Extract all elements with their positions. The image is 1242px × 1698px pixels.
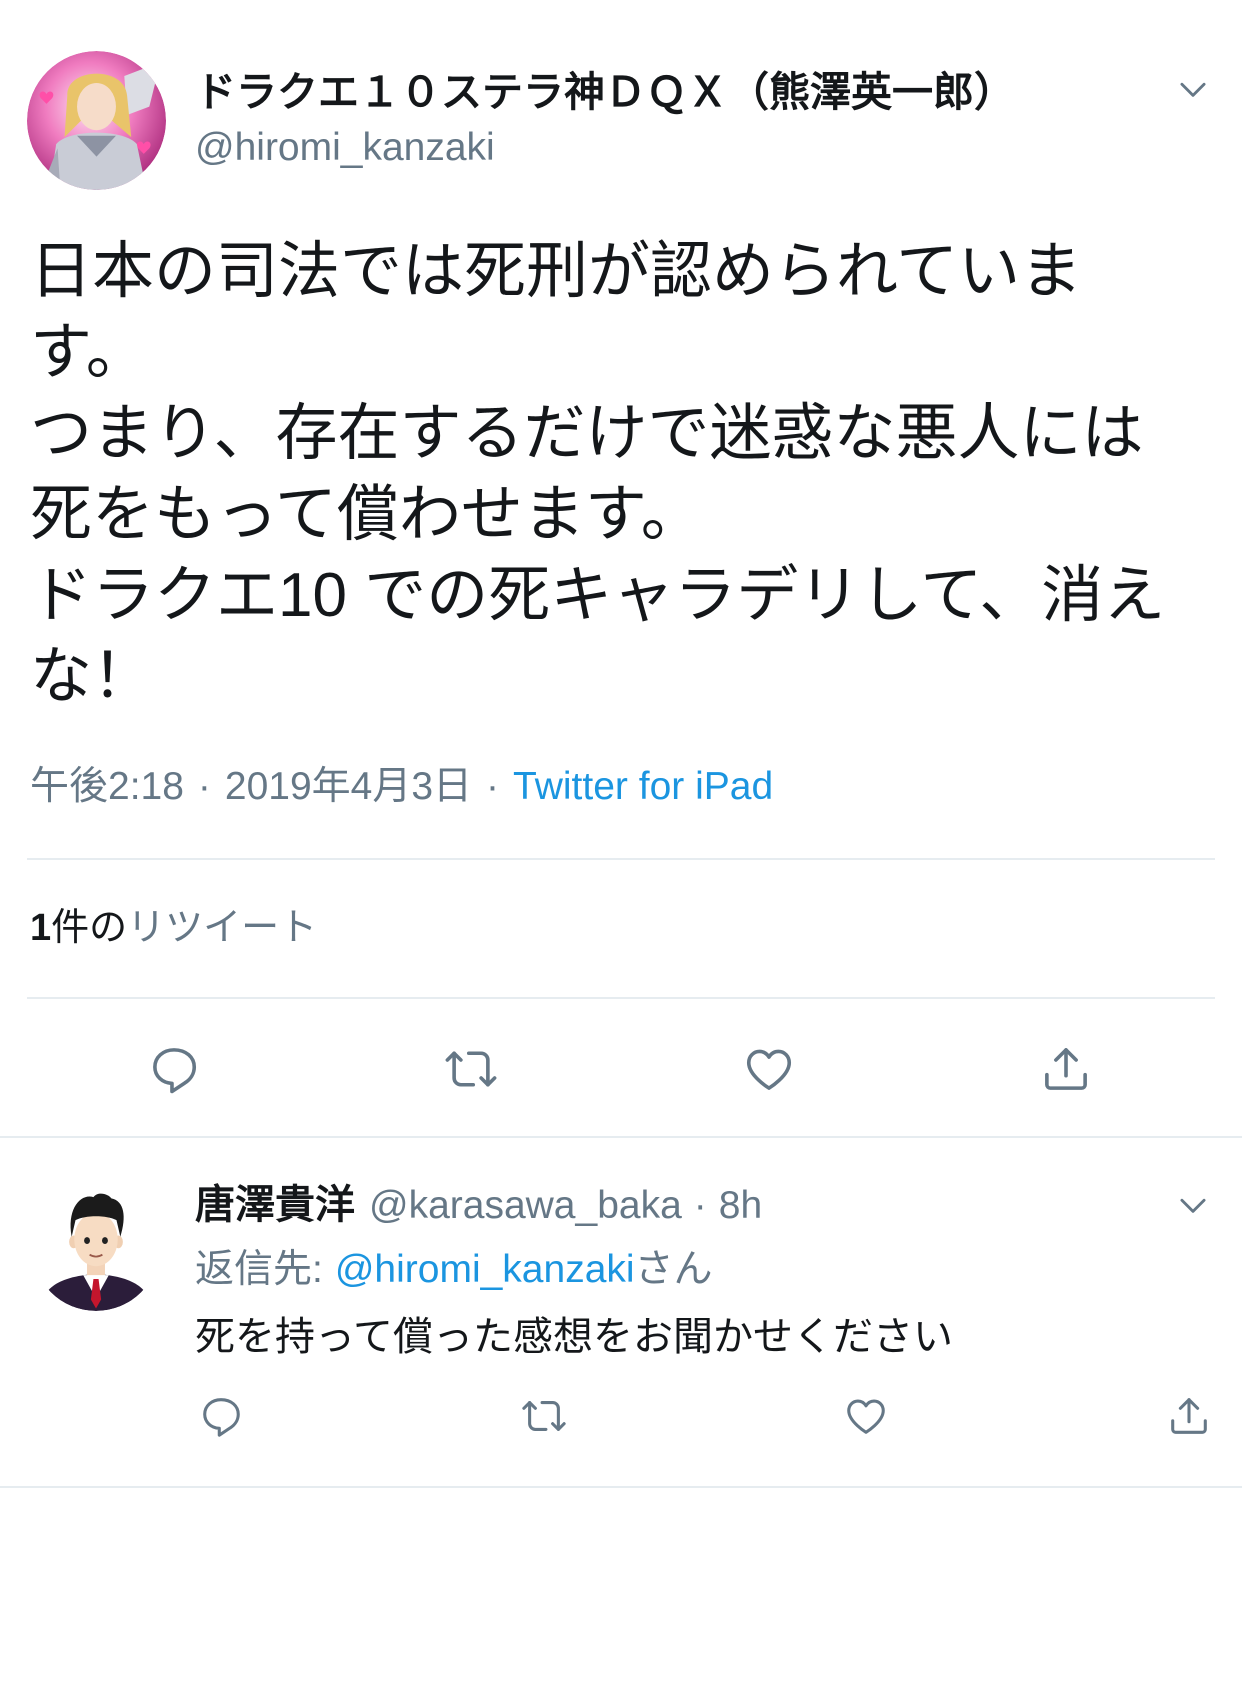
retweet-button[interactable]: [441, 1039, 501, 1099]
avatar-eye: [102, 1237, 108, 1245]
icon-stroke: [1180, 82, 1206, 97]
reply-avatar-image: [32, 1183, 160, 1311]
meta-separator: ·: [197, 765, 211, 808]
reply-button[interactable]: [144, 1039, 204, 1099]
tweet-source-link[interactable]: Twitter for iPad: [513, 765, 773, 808]
reply-menu-button[interactable]: [1174, 1186, 1212, 1224]
replying-to: 返信先: @hiromi_kanzakiさん: [195, 1247, 713, 1293]
divider: [0, 1486, 1242, 1488]
reply-tweet[interactable]: 唐澤貴洋 @karasawa_baka · 8h 返信先: @hiromi_kanzak…: [0, 1138, 1242, 1486]
tweet-text-line: ドラクエ10 での死キャラデリして、消え: [30, 561, 1166, 630]
retweet-count-unit: 件の: [51, 907, 128, 949]
meta-separator: ·: [486, 765, 500, 808]
reply-icon: [203, 1398, 240, 1437]
tweet-detail: ドラクエ１０ステラ神ＤＱＸ（熊澤英一郎） @hiromi_kanzaki 日本の…: [0, 0, 1242, 1137]
replying-to-suffix: さん: [634, 1248, 713, 1291]
replying-to-handle-link[interactable]: @hiromi_kanzaki: [335, 1248, 635, 1291]
reply-author-handle[interactable]: @karasawa_baka: [369, 1184, 682, 1227]
reply-icon: [153, 1048, 197, 1094]
tweet-text-line: 死をもって償わせます。: [30, 480, 703, 549]
avatar-face: [77, 82, 116, 131]
tweet-date: 2019年4月3日: [224, 765, 473, 808]
tweet-text-line: な！: [30, 642, 155, 711]
tweet-text: 日本の司法では死刑が認められていま す。 つまり、存在するだけで迷惑な悪人には …: [30, 231, 1220, 717]
like-button[interactable]: [739, 1039, 799, 1099]
tweet-menu-button[interactable]: [1174, 70, 1212, 108]
reply-separator: ·: [693, 1184, 707, 1227]
reply-header: 唐澤貴洋 @karasawa_baka · 8h: [195, 1181, 762, 1230]
reply-text: 死を持って償った感想をお聞かせください: [195, 1315, 953, 1359]
retweet-icon: [445, 1051, 497, 1087]
divider: [27, 997, 1215, 999]
chevron-down-icon: [1180, 82, 1206, 97]
avatar-face: [74, 1212, 118, 1267]
retweet-count-number: 1: [30, 907, 52, 949]
icon-stroke: [847, 1399, 885, 1434]
author-display-name[interactable]: ドラクエ１０ステラ神ＤＱＸ（熊澤英一郎）: [195, 68, 1015, 116]
avatar-eye: [84, 1237, 90, 1245]
icon-stroke: [203, 1398, 240, 1437]
share-button[interactable]: [1036, 1039, 1096, 1099]
heart-icon: [847, 1399, 885, 1434]
tweet-text-line: 日本の司法では死刑が認められていま: [30, 237, 1083, 306]
share-icon: [1045, 1048, 1087, 1090]
chevron-down-icon: [1180, 1198, 1206, 1213]
heart-icon: [746, 1049, 792, 1090]
icon-stroke: [153, 1048, 197, 1094]
author-avatar[interactable]: [27, 51, 166, 190]
tweet-text-line: つまり、存在するだけで迷惑な悪人には: [30, 399, 1144, 468]
divider: [27, 858, 1215, 860]
retweet-count-link[interactable]: 1件のリツイート: [30, 905, 317, 951]
share-icon: [1171, 1398, 1207, 1434]
author-avatar-image: [27, 51, 166, 190]
replying-to-prefix: 返信先:: [195, 1248, 323, 1291]
reply-retweet-button[interactable]: [518, 1390, 570, 1442]
retweet-icon: [522, 1401, 566, 1431]
tweet-text-line: す。: [30, 318, 148, 387]
icon-stroke: [746, 1049, 792, 1090]
reply-share-button[interactable]: [1163, 1390, 1215, 1442]
reply-timestamp: 8h: [718, 1184, 763, 1227]
tweet-time: 午後2:18: [30, 765, 184, 808]
retweet-count-label: リツイート: [127, 907, 318, 949]
reply-like-button[interactable]: [840, 1390, 892, 1442]
reply-author-display-name[interactable]: 唐澤貴洋: [195, 1183, 355, 1227]
author-handle[interactable]: @hiromi_kanzaki: [195, 125, 495, 171]
icon-stroke: [1180, 1198, 1206, 1213]
reply-author-avatar[interactable]: [32, 1183, 160, 1311]
reply-reply-button[interactable]: [195, 1390, 247, 1442]
tweet-meta: 午後2:18 · 2019年4月3日 · Twitter for iPad: [30, 764, 773, 810]
